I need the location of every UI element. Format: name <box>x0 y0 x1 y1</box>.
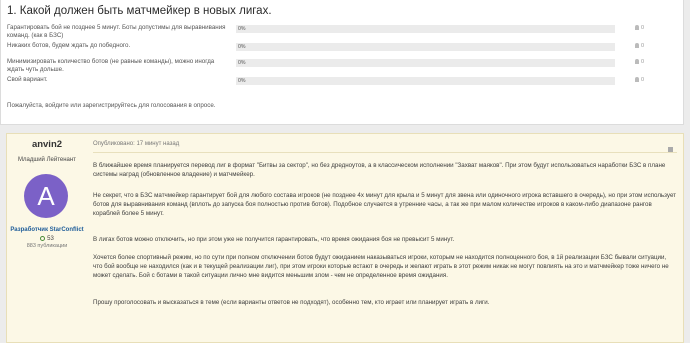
author-panel: anvin2 Младший Лейтенант A Разработчик S… <box>7 134 87 342</box>
forum-post: anvin2 Младший Лейтенант A Разработчик S… <box>6 133 684 343</box>
post-timestamp[interactable]: Опубликовано: 17 минут назад <box>93 141 179 147</box>
poll-login-link[interactable]: Пожалуйста, войдите или зарегистрируйтес… <box>7 102 216 109</box>
poll-option-label: Никаких ботов, будем ждать до победного. <box>7 42 131 49</box>
poll-bar: 0% <box>236 77 615 85</box>
user-icon <box>635 77 639 82</box>
poll-box: 1. Какой должен быть матчмейкер в новых … <box>0 0 684 125</box>
poll-percent: 0% <box>238 26 246 32</box>
reputation: 53 <box>7 236 87 242</box>
poll-votes: 0 <box>635 25 644 31</box>
poll-bar: 0% <box>236 59 615 67</box>
post-paragraph: Не секрет, что в БЗС матчмейкер гарантир… <box>93 192 677 217</box>
post-paragraph: Прошу проголосовать и высказаться в теме… <box>93 299 490 306</box>
poll-votes: 0 <box>635 43 644 49</box>
poll-percent: 0% <box>238 60 246 66</box>
post-actions <box>663 139 673 157</box>
avatar[interactable]: A <box>24 174 68 218</box>
post-paragraph: В лигах ботов можно отключить, но при эт… <box>93 236 455 243</box>
user-icon <box>635 43 639 48</box>
developer-badge: Разработчик StarConflict <box>10 227 84 233</box>
reputation-icon <box>40 236 46 241</box>
post-paragraph: В ближайшее время планируется перевод ли… <box>93 162 666 178</box>
poll-option-label: Свой вариант. <box>7 76 48 83</box>
poll-title: 1. Какой должен быть матчмейкер в новых … <box>7 5 272 17</box>
post-paragraph: Хочется более спортивный режим, но по су… <box>93 254 669 279</box>
publication-count: 883 публикации <box>26 243 68 249</box>
poll-vote-count: 0 <box>641 59 645 65</box>
poll-option-label: Минимизировать количество ботов (не равн… <box>7 58 215 73</box>
user-icon <box>635 25 639 30</box>
poll-votes: 0 <box>635 59 644 65</box>
reputation-value: 53 <box>47 236 54 242</box>
author-rank-title: Младший Лейтенант <box>18 157 76 163</box>
poll-vote-count: 0 <box>641 43 645 49</box>
poll-bar: 0% <box>236 43 615 51</box>
poll-login-prompt[interactable]: Пожалуйста, войдите или зарегистрируйтес… <box>7 102 216 109</box>
poll-percent: 0% <box>238 44 246 50</box>
author-name[interactable]: anvin2 <box>7 139 87 150</box>
poll-vote-count: 0 <box>641 25 645 31</box>
poll-votes: 0 <box>635 77 644 83</box>
poll-bar: 0% <box>236 25 615 33</box>
post-divider <box>93 152 677 153</box>
poll-percent: 0% <box>238 78 246 84</box>
poll-option-label: Гарантировать бой не позднее 5 минут. Бо… <box>7 24 226 39</box>
poll-vote-count: 0 <box>641 77 645 83</box>
post-body: Опубликовано: 17 минут назад В ближайшее… <box>93 134 677 342</box>
user-icon <box>635 59 639 64</box>
